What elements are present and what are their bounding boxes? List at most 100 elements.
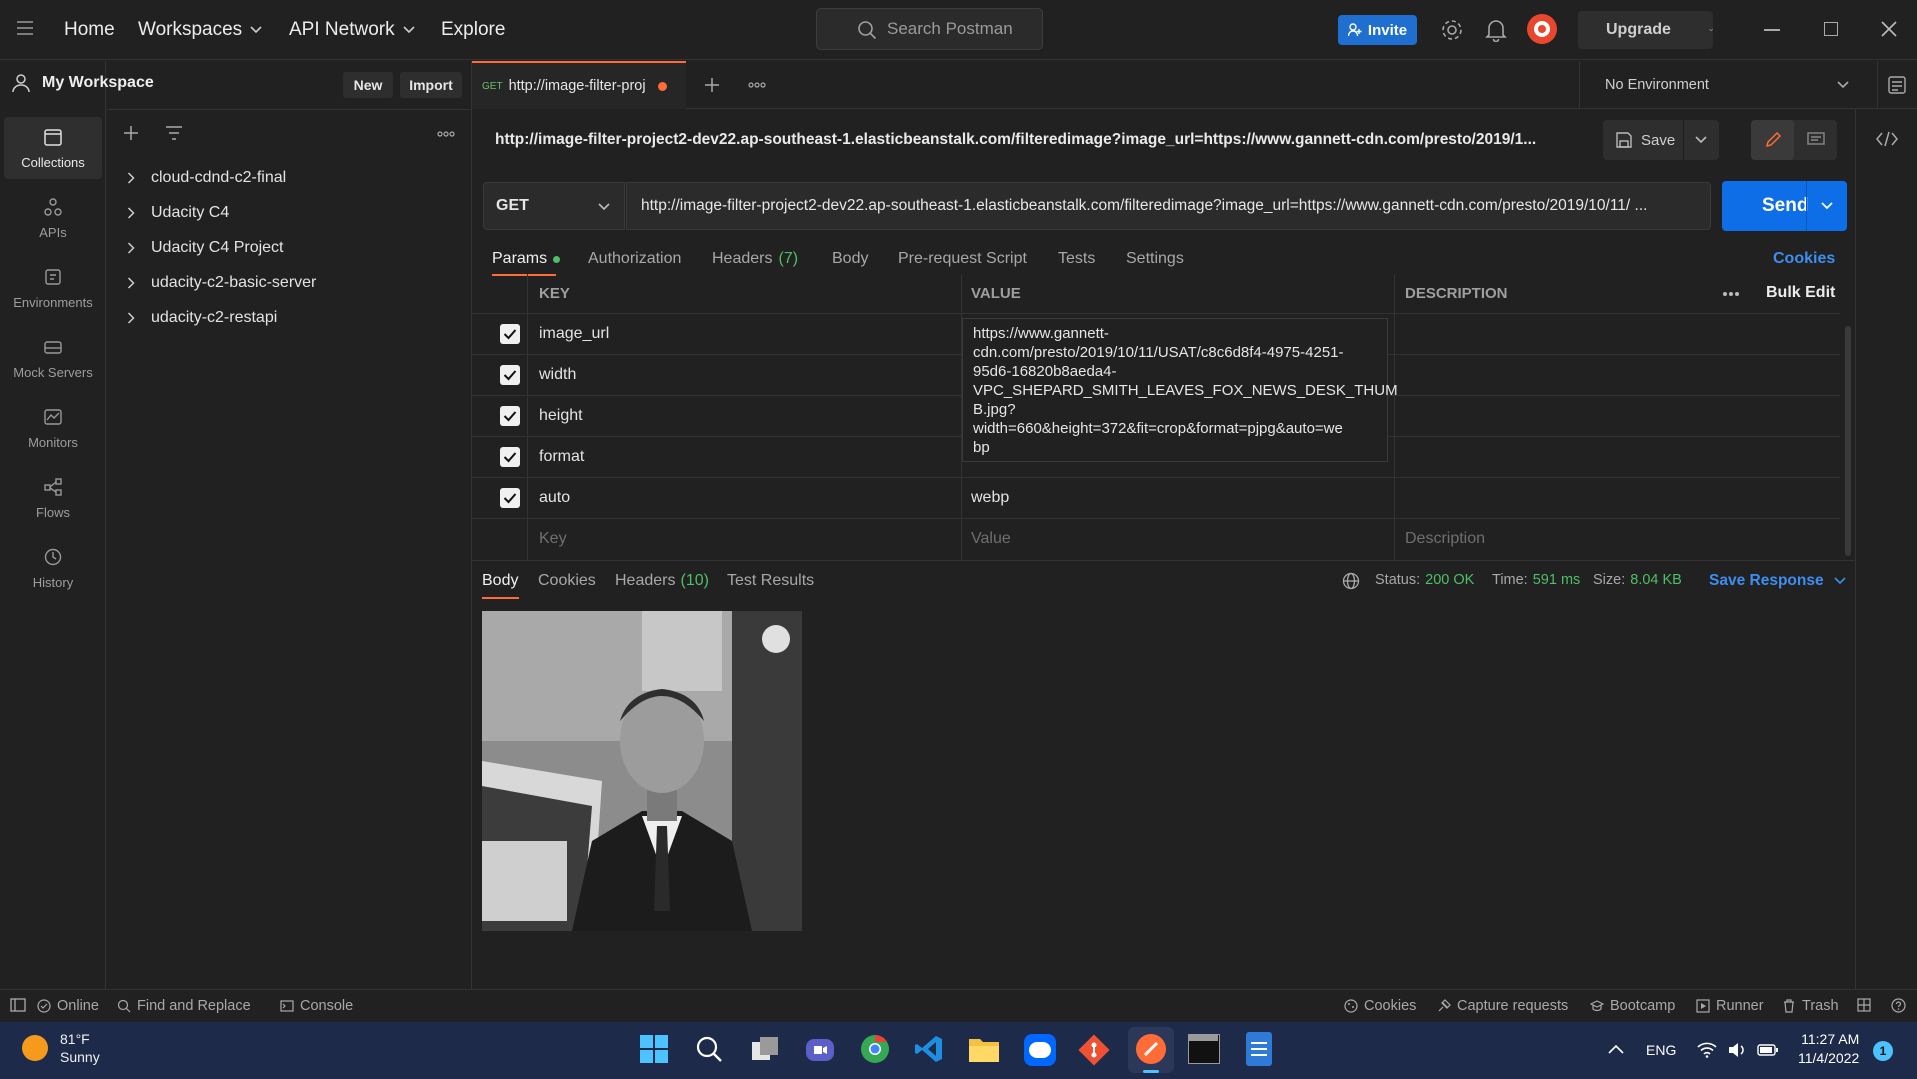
trash-button[interactable]: Trash	[1782, 998, 1839, 1014]
chrome-icon[interactable]	[860, 1034, 890, 1064]
param-checkbox[interactable]	[500, 324, 520, 344]
tab-tests[interactable]: Tests	[1058, 250, 1095, 268]
teams-chat-icon[interactable]	[805, 1036, 835, 1064]
collection-item[interactable]: Udacity C4	[127, 196, 229, 230]
search-taskbar-icon[interactable]	[695, 1035, 723, 1063]
bootcamp-button[interactable]: Bootcamp	[1590, 998, 1675, 1014]
cookies-button[interactable]: Cookies	[1344, 998, 1416, 1014]
more-options-icon[interactable]	[437, 131, 455, 137]
save-button[interactable]: Save	[1603, 120, 1719, 160]
response-tab-body[interactable]: Body	[482, 572, 518, 590]
clock[interactable]: 11:27 AM 11/4/2022	[1798, 1030, 1859, 1068]
tab-request[interactable]: GET http://image-filter-proj	[472, 61, 686, 109]
new-button[interactable]: New	[343, 72, 393, 98]
git-icon[interactable]	[1078, 1034, 1110, 1066]
param-checkbox[interactable]	[500, 406, 520, 426]
collection-item[interactable]: udacity-c2-restapi	[127, 301, 277, 335]
comment-icon[interactable]	[1794, 120, 1837, 160]
minimize-button[interactable]	[1764, 29, 1780, 31]
find-replace-button[interactable]: Find and Replace	[117, 998, 251, 1014]
tab-body[interactable]: Body	[832, 250, 868, 268]
nav-explore[interactable]: Explore	[441, 0, 505, 60]
notification-badge[interactable]: 1	[1873, 1041, 1893, 1061]
zalo-icon[interactable]	[1024, 1034, 1056, 1066]
rail-monitors[interactable]: Monitors	[4, 397, 102, 459]
toggle-sidebar-icon[interactable]	[10, 998, 26, 1012]
online-status[interactable]: Online	[37, 998, 99, 1014]
menu-icon[interactable]	[16, 20, 34, 36]
method-select[interactable]: GET	[483, 182, 625, 230]
response-tab-cookies[interactable]: Cookies	[538, 572, 596, 590]
new-key-input[interactable]: Key	[539, 530, 567, 548]
tab-prerequest-script[interactable]: Pre-request Script	[898, 250, 1027, 268]
search-input[interactable]: Search Postman	[816, 8, 1043, 50]
nav-home[interactable]: Home	[64, 0, 115, 60]
chevron-down-icon[interactable]	[1821, 202, 1833, 210]
send-button[interactable]: Send	[1722, 181, 1847, 231]
language-indicator[interactable]: ENG	[1646, 1042, 1676, 1058]
bulk-edit-button[interactable]: Bulk Edit	[1766, 284, 1835, 302]
new-value-input[interactable]: Value	[971, 530, 1011, 548]
postman-taskbar-item[interactable]	[1128, 1027, 1174, 1073]
new-tab-icon[interactable]	[704, 77, 720, 93]
close-window-button[interactable]	[1880, 20, 1898, 38]
environment-select[interactable]: No Environment	[1605, 61, 1849, 109]
start-button[interactable]	[639, 1034, 669, 1064]
import-button[interactable]: Import	[400, 72, 462, 98]
rail-apis[interactable]: APIs	[4, 187, 102, 249]
rail-history[interactable]: History	[4, 537, 102, 599]
runner-button[interactable]: Runner	[1696, 998, 1764, 1014]
invite-button[interactable]: Invite	[1338, 15, 1417, 45]
rail-flows[interactable]: Flows	[4, 467, 102, 529]
weather-widget[interactable]: 81°F Sunny	[22, 1030, 100, 1066]
task-view-icon[interactable]	[751, 1036, 779, 1062]
volume-icon[interactable]	[1727, 1042, 1747, 1058]
tab-settings[interactable]: Settings	[1126, 250, 1184, 268]
param-checkbox[interactable]	[500, 365, 520, 385]
request-name[interactable]: http://image-filter-project2-dev22.ap-so…	[495, 131, 1555, 149]
response-tab-test-results[interactable]: Test Results	[727, 572, 814, 590]
collection-item[interactable]: Udacity C4 Project	[127, 231, 284, 265]
filter-icon[interactable]	[165, 125, 183, 141]
tab-more-icon[interactable]	[748, 82, 766, 88]
notifications-icon[interactable]	[1485, 18, 1507, 42]
rail-collections[interactable]: Collections	[4, 117, 102, 179]
layout-icon[interactable]	[1857, 998, 1871, 1012]
collection-item[interactable]: udacity-c2-basic-server	[127, 266, 316, 300]
environment-quick-look-icon[interactable]	[1887, 75, 1907, 95]
terminal-icon[interactable]	[1188, 1034, 1220, 1064]
capture-requests-button[interactable]: Capture requests	[1437, 998, 1568, 1014]
tab-authorization[interactable]: Authorization	[588, 250, 681, 268]
nav-api-network[interactable]: API Network	[289, 0, 415, 60]
param-value[interactable]: webp	[971, 489, 1009, 507]
notepad-icon[interactable]	[1246, 1032, 1272, 1066]
url-input[interactable]: http://image-filter-project2-dev22.ap-so…	[626, 182, 1711, 230]
chevron-up-icon[interactable]	[1608, 1044, 1624, 1054]
param-checkbox[interactable]	[500, 488, 520, 508]
new-description-input[interactable]: Description	[1405, 530, 1485, 548]
param-key[interactable]: height	[539, 407, 583, 425]
help-icon[interactable]	[1891, 998, 1906, 1013]
add-collection-icon[interactable]	[123, 125, 139, 141]
battery-icon[interactable]	[1757, 1043, 1779, 1057]
file-explorer-icon[interactable]	[968, 1035, 1000, 1063]
save-response-button[interactable]: Save Response	[1709, 572, 1846, 590]
scrollbar[interactable]	[1845, 326, 1851, 556]
param-key[interactable]: image_url	[539, 325, 609, 343]
param-key[interactable]: auto	[539, 489, 570, 507]
rail-mock-servers[interactable]: Mock Servers	[4, 327, 102, 389]
cookies-link[interactable]: Cookies	[1773, 250, 1835, 268]
more-options-icon[interactable]	[1722, 291, 1740, 297]
settings-icon[interactable]	[1440, 18, 1464, 42]
wifi-icon[interactable]	[1697, 1042, 1717, 1058]
nav-workspaces[interactable]: Workspaces	[138, 0, 262, 60]
tab-params[interactable]: Params	[492, 250, 561, 268]
upgrade-button[interactable]: Upgrade	[1578, 11, 1713, 49]
code-icon[interactable]	[1876, 131, 1898, 147]
param-checkbox[interactable]	[500, 447, 520, 467]
vscode-icon[interactable]	[914, 1034, 944, 1064]
tab-headers[interactable]: Headers (7)	[712, 250, 798, 268]
globe-icon[interactable]	[1342, 572, 1360, 590]
param-key[interactable]: width	[539, 366, 576, 384]
avatar[interactable]	[1527, 14, 1557, 44]
